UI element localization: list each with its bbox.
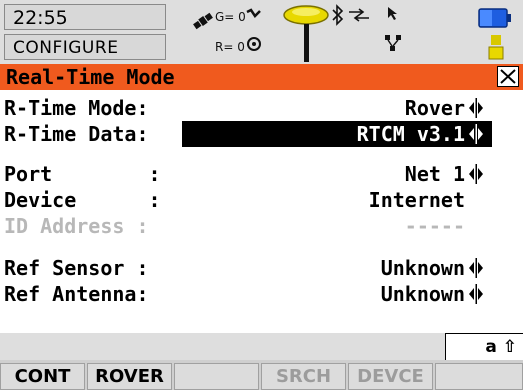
selector-arrows-icon[interactable] bbox=[467, 98, 485, 118]
field-label: R-Time Data: bbox=[4, 122, 149, 146]
signal-icon bbox=[246, 8, 261, 18]
field-label: Ref Antenna: bbox=[4, 282, 149, 306]
field-id-address: ID Address : ----- bbox=[0, 213, 523, 239]
dialog-title-bar: Real-Time Mode bbox=[0, 64, 523, 90]
softkey-f3[interactable] bbox=[174, 363, 259, 390]
status-bar: 22:55 CONFIGURE G= 0 R= 0 bbox=[0, 0, 523, 64]
field-value: Unknown bbox=[380, 282, 465, 306]
field-value: Rover bbox=[404, 96, 465, 120]
network-icon bbox=[385, 35, 401, 51]
field-label: Ref Sensor : bbox=[4, 256, 149, 280]
clock: 22:55 bbox=[4, 4, 166, 30]
field-value: ----- bbox=[404, 214, 465, 238]
field-ref-antenna[interactable]: Ref Antenna: Unknown bbox=[0, 281, 523, 307]
field-label: R-Time Mode: bbox=[4, 96, 149, 120]
field-port[interactable]: Port : Net 1 bbox=[0, 161, 523, 187]
close-button[interactable] bbox=[497, 66, 519, 87]
field-value: RTCM v3.1 bbox=[356, 122, 465, 146]
field-ref-sensor[interactable]: Ref Sensor : Unknown bbox=[0, 255, 523, 281]
search-button[interactable]: SRCH bbox=[261, 363, 346, 390]
field-label: Device : bbox=[4, 188, 161, 212]
battery-icon bbox=[478, 8, 511, 28]
close-icon bbox=[500, 69, 516, 84]
field-value: Net 1 bbox=[404, 162, 465, 186]
field-value: Internet bbox=[368, 188, 465, 212]
glonass-sat-count: R= 0 bbox=[215, 40, 245, 54]
selector-arrows-icon[interactable] bbox=[467, 284, 485, 304]
satellite-icon bbox=[193, 12, 213, 30]
bluetooth-icon bbox=[332, 4, 344, 26]
selector-arrows-icon[interactable] bbox=[467, 258, 485, 278]
data-transfer-icon bbox=[349, 8, 369, 22]
field-label: Port : bbox=[4, 162, 161, 186]
field-value: Unknown bbox=[380, 256, 465, 280]
dialog-title: Real-Time Mode bbox=[6, 65, 175, 89]
gps-sat-count: G= 0 bbox=[215, 10, 246, 24]
field-rtime-data[interactable]: R-Time Data: RTCM v3.1 bbox=[0, 121, 523, 147]
field-label: ID Address : bbox=[4, 214, 149, 238]
selector-arrows-icon[interactable] bbox=[467, 124, 485, 144]
field-rtime-mode[interactable]: R-Time Mode: Rover bbox=[0, 95, 523, 121]
softkey-f6[interactable] bbox=[435, 363, 523, 390]
memory-card-icon bbox=[488, 35, 504, 60]
cont-button[interactable]: CONT bbox=[0, 363, 85, 390]
rover-button[interactable]: ROVER bbox=[87, 363, 172, 390]
selector-arrows-icon[interactable] bbox=[467, 164, 485, 184]
mode-indicator: CONFIGURE bbox=[4, 34, 166, 60]
position-status-icon bbox=[247, 37, 261, 51]
device-button[interactable]: DEVCE bbox=[348, 363, 433, 390]
rover-antenna-icon bbox=[283, 5, 329, 62]
cursor-icon bbox=[388, 7, 397, 20]
input-mode-indicator: a ⇧ bbox=[445, 333, 523, 360]
field-device: Device : Internet bbox=[0, 187, 523, 213]
